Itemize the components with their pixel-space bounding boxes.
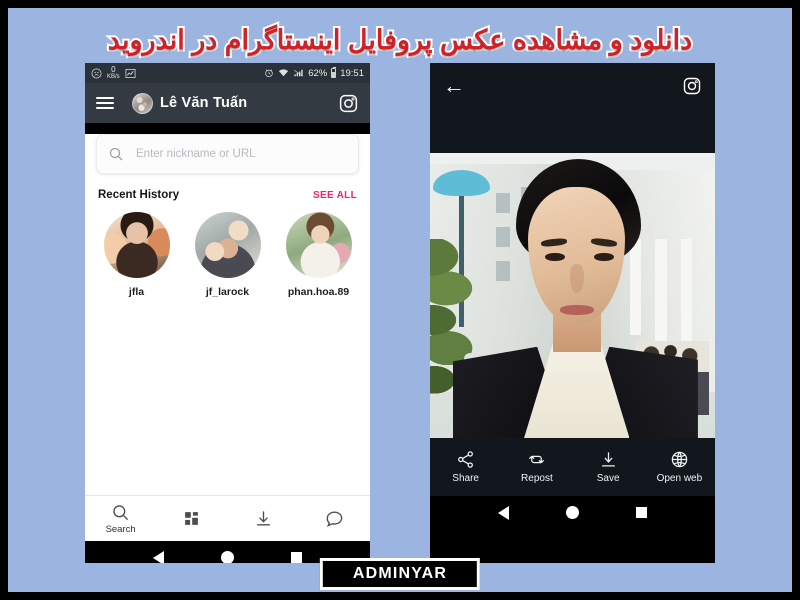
android-nav-bar-right: [430, 496, 715, 529]
battery-icon: [331, 67, 337, 78]
share-icon: [458, 451, 474, 468]
data-usage-icon: 0 KB/s: [107, 65, 120, 81]
instagram-icon[interactable]: [682, 76, 702, 96]
chat-bubble-icon: [326, 511, 343, 527]
avatar[interactable]: [103, 212, 170, 278]
tab-grid[interactable]: [156, 510, 227, 527]
recents-square-icon[interactable]: [635, 507, 647, 518]
repost-label: Repost: [521, 473, 553, 484]
list-item-label: jf_larock: [205, 286, 250, 298]
home-circle-icon[interactable]: [565, 506, 579, 519]
tab-chat[interactable]: [299, 509, 370, 528]
search-input[interactable]: [136, 148, 347, 160]
share-label: Share: [452, 473, 479, 484]
left-content: Recent History SEE ALL jfla jf_larock ph…: [85, 134, 370, 495]
profile-name: Lê Văn Tuấn: [160, 95, 248, 111]
list-item-label: phan.hoa.89: [287, 286, 350, 298]
avatar[interactable]: [285, 212, 352, 278]
back-triangle-icon[interactable]: [153, 550, 165, 563]
tab-search[interactable]: Search: [85, 503, 156, 535]
search-bar[interactable]: [96, 134, 359, 174]
instagram-icon[interactable]: [338, 93, 359, 114]
home-circle-icon[interactable]: [220, 551, 234, 563]
search-icon: [113, 504, 129, 520]
profile-photo[interactable]: [430, 153, 715, 438]
see-all-link[interactable]: SEE ALL: [313, 190, 357, 201]
list-item[interactable]: jf_larock: [182, 212, 273, 298]
alarm-icon: [265, 69, 273, 78]
page-title: دانلود و مشاهده عکس پروفایل اینستاگرام د…: [106, 23, 694, 57]
tab-downloads[interactable]: [228, 509, 299, 528]
tab-search-label: Search: [105, 523, 136, 535]
poster-canvas: دانلود و مشاهده عکس پروفایل اینستاگرام د…: [0, 0, 800, 600]
wifi-icon: [279, 69, 289, 77]
right-spacer: [430, 108, 715, 153]
recent-history-list: jfla jf_larock phan.hoa.89: [91, 212, 364, 298]
face-icon: [91, 68, 102, 78]
repost-button[interactable]: Repost: [501, 450, 572, 484]
avatar: [132, 92, 153, 114]
recent-history-header: Recent History SEE ALL: [98, 189, 357, 201]
recent-history-title: Recent History: [98, 189, 180, 201]
list-item[interactable]: phan.hoa.89: [273, 212, 364, 298]
battery-percent-label: 62%: [308, 67, 328, 79]
search-icon: [109, 147, 123, 161]
grid-icon: [185, 512, 199, 525]
left-bottom-nav: Search: [85, 495, 370, 541]
list-item-label: jfla: [128, 286, 145, 298]
right-top-bar: ←: [430, 63, 715, 108]
hamburger-menu-icon[interactable]: [96, 97, 114, 109]
open-web-button[interactable]: Open web: [644, 450, 715, 484]
signal-icon: [294, 69, 304, 77]
save-label: Save: [596, 473, 620, 484]
left-status-bar: 0 KB/s 62% 19:51: [85, 63, 370, 83]
recents-square-icon[interactable]: [290, 552, 302, 563]
globe-icon: [671, 451, 688, 468]
list-item[interactable]: jfla: [91, 212, 182, 298]
back-triangle-icon[interactable]: [498, 505, 510, 520]
clock-label: 19:51: [340, 67, 364, 79]
save-button[interactable]: Save: [573, 450, 644, 484]
repost-icon: [529, 455, 545, 464]
download-icon: [256, 511, 270, 526]
chart-icon: [125, 68, 136, 78]
right-phone-screenshot: ← Share Repost Save Open web: [430, 63, 715, 563]
avatar[interactable]: [194, 212, 261, 278]
left-app-bar: Lê Văn Tuấn: [85, 83, 370, 123]
back-arrow-icon[interactable]: ←: [443, 74, 465, 97]
open-web-label: Open web: [656, 473, 703, 484]
left-phone-screenshot: 0 KB/s 62% 19:51 Lê Văn Tuấn Enter nickn…: [85, 63, 370, 563]
footer-watermark: ADMINYAR: [319, 558, 481, 590]
download-icon: [601, 452, 615, 467]
right-action-bar: Share Repost Save Open web: [430, 438, 715, 496]
share-button[interactable]: Share: [430, 450, 501, 484]
